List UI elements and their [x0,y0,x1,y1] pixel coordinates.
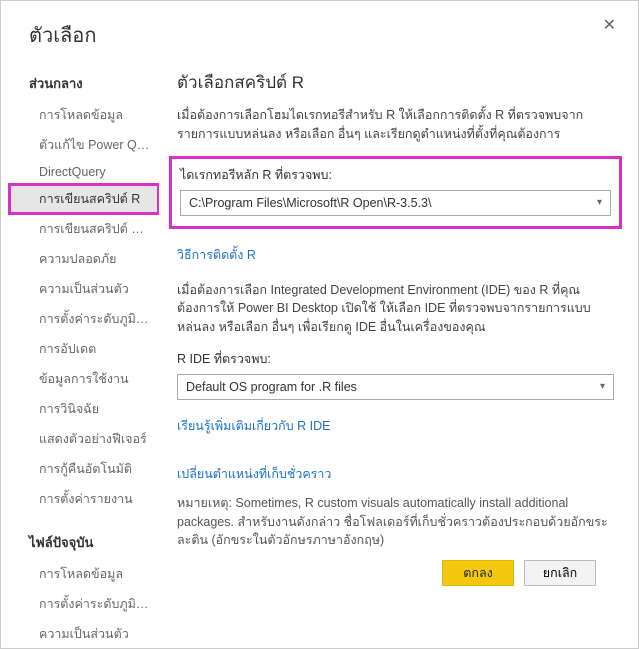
sidebar-item-updates[interactable]: การอัปเดต [9,334,159,364]
dialog-footer: ตกลง ยกเลิก [177,550,614,600]
r-home-description: เมื่อต้องการเลือกโฮมไดเรกทอรีสำหรับ R ให… [177,106,614,144]
chevron-down-icon: ▾ [600,381,605,392]
ok-button[interactable]: ตกลง [442,560,514,586]
sidebar-item-power-query[interactable]: ตัวแก้ไข Power Query [9,130,159,160]
sidebar-item-data-load[interactable]: การโหลดข้อมูล [9,100,159,130]
sidebar-item-report-settings[interactable]: การตั้งค่ารายงาน [9,484,159,514]
sidebar-item-directquery[interactable]: DirectQuery [9,160,159,184]
r-ide-block: R IDE ที่ตรวจพบ: Default OS program for … [177,349,614,400]
sidebar-item-usage-data[interactable]: ข้อมูลการใช้งาน [9,364,159,394]
chevron-down-icon: ▾ [597,197,602,208]
close-icon: ✕ [603,17,616,34]
sidebar: ส่วนกลาง การโหลดข้อมูล ตัวแก้ไข Power Qu… [1,61,159,648]
r-home-directory-block: ไดเรกทอรีหลัก R ที่ตรวจพบ: C:\Program Fi… [169,156,622,229]
r-home-dropdown[interactable]: C:\Program Files\Microsoft\R Open\R-3.5.… [180,190,611,216]
close-button[interactable]: ✕ [595,11,624,39]
sidebar-item-auto-recovery[interactable]: การกู้คืนอัตโนมัติ [9,454,159,484]
sidebar-heading-current-file: ไฟล์ปัจจุบัน [9,528,159,559]
sidebar-item-privacy[interactable]: ความเป็นส่วนตัว [9,274,159,304]
r-ide-description: เมื่อต้องการเลือก Integrated Development… [177,281,614,337]
content-pane: ตัวเลือกสคริปต์ R เมื่อต้องการเลือกโฮมได… [159,61,638,648]
temp-storage-note: หมายเหตุ: Sometimes, R custom visuals au… [177,494,614,550]
r-home-value: C:\Program Files\Microsoft\R Open\R-3.5.… [189,196,431,210]
sidebar-item-file-regional[interactable]: การตั้งค่าระดับภูมิภาค [9,589,159,619]
sidebar-item-python-scripting[interactable]: การเขียนสคริปต์ Python [9,214,159,244]
cancel-button[interactable]: ยกเลิก [524,560,596,586]
install-r-link[interactable]: วิธีการติดตั้ง R [177,245,256,265]
r-home-label: ไดเรกทอรีหลัก R ที่ตรวจพบ: [180,165,611,185]
sidebar-heading-global: ส่วนกลาง [9,69,159,100]
dialog-title: ตัวเลือก [29,19,618,51]
r-ide-label: R IDE ที่ตรวจพบ: [177,349,614,369]
sidebar-item-diagnostics[interactable]: การวินิจฉัย [9,394,159,424]
change-temp-location-link[interactable]: เปลี่ยนตำแหน่งที่เก็บชั่วคราว [177,464,331,484]
r-ide-value: Default OS program for .R files [186,380,357,394]
sidebar-item-regional[interactable]: การตั้งค่าระดับภูมิภาค [9,304,159,334]
sidebar-item-preview-features[interactable]: แสดงตัวอย่างฟีเจอร์ [9,424,159,454]
learn-more-ide-link[interactable]: เรียนรู้เพิ่มเติมเกี่ยวกับ R IDE [177,416,330,436]
r-ide-dropdown[interactable]: Default OS program for .R files ▾ [177,374,614,400]
sidebar-item-file-privacy[interactable]: ความเป็นส่วนตัว [9,619,159,648]
sidebar-item-file-data-load[interactable]: การโหลดข้อมูล [9,559,159,589]
sidebar-item-r-scripting[interactable]: การเขียนสคริปต์ R [9,184,159,214]
sidebar-item-security[interactable]: ความปลอดภัย [9,244,159,274]
content-title: ตัวเลือกสคริปต์ R [177,69,614,96]
